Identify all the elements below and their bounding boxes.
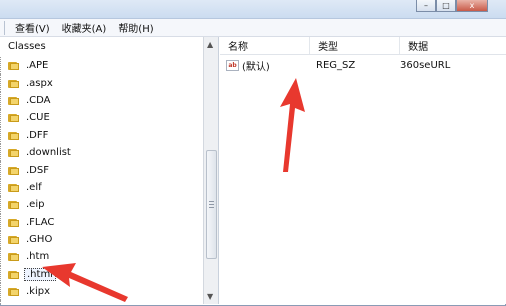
tree-item[interactable]: .DFF [0,126,73,144]
tree-item[interactable]: .html [0,265,73,284]
tree-connector [0,196,7,214]
close-icon: x [469,0,475,10]
tree-item-label: .html [24,267,56,281]
tree-item-label: .eip [26,199,45,211]
tree-connector [0,283,7,301]
tree-item[interactable]: .DSF [0,161,73,179]
menu-help[interactable]: 帮助(H) [112,20,159,35]
tree-item[interactable]: .FLAC [0,213,73,231]
folder-icon [8,166,19,175]
tree-connector [0,126,7,144]
value-row[interactable]: ab (默认) REG_SZ 360seURL [220,57,506,73]
tree-connector [0,91,7,110]
tree-connector [0,57,7,75]
tree-item-label: .GHO [26,234,53,246]
tree-item[interactable]: .htm [0,248,73,266]
grip-line [209,204,214,205]
menu-bar: 查看(V) 收藏夹(A) 帮助(H) [0,19,506,37]
tree-item[interactable]: .CUE [0,109,73,127]
tree-connector [0,161,7,179]
tree-item[interactable]: .elf [0,178,73,197]
column-header-type[interactable]: 类型 [310,37,401,54]
tree-connector [0,213,7,231]
tree-item[interactable]: .APE [0,57,73,75]
tree-connector [0,109,7,127]
value-type: REG_SZ [316,59,356,71]
tree-item-label: .FLAC [26,216,55,228]
column-header-name[interactable]: 名称 [220,37,311,54]
tree-connector [0,74,7,92]
values-pane: 名称 类型 数据 ab (默认) REG_SZ 360seURL [220,37,506,304]
folder-icon [8,131,19,140]
folder-icon [8,287,19,297]
window-controls: – □ x [416,0,488,12]
column-header-data[interactable]: 数据 [400,37,506,54]
scroll-thumb[interactable] [206,150,217,259]
title-bar: – □ x [0,0,506,19]
tree-item-label: .CDA [26,94,51,106]
value-data: 360seURL [400,59,451,71]
tree-scrollbar[interactable]: ▲ ▼ [203,37,218,304]
menu-view[interactable]: 查看(V) [9,20,56,35]
registry-tree: Classes .APE .aspx .CDA .CUE .DFF .downlist .D… [0,37,219,304]
tree-item[interactable]: .shtml [0,300,73,304]
folder-icon [8,270,19,279]
folder-icon [8,200,19,210]
maximize-icon: □ [442,0,450,10]
tree-connector [0,178,7,197]
folder-icon [8,96,19,105]
folder-icon [8,113,19,123]
tree-connector [0,248,7,266]
minimize-button[interactable]: – [416,0,436,12]
maximize-button[interactable]: □ [436,0,456,12]
grip-line [209,201,214,202]
scroll-up-arrow-icon[interactable]: ▲ [207,40,213,49]
tree-connector [0,230,7,249]
tree-item-label: .kipx [26,286,51,298]
menu-edge [0,20,5,35]
tree-connector [0,143,7,162]
tree-item-label: .APE [26,60,49,72]
folder-icon [8,79,19,88]
tree-item-label: .DSF [26,164,49,176]
tree-item-label: .DFF [26,129,49,141]
folder-icon [8,218,19,227]
tree-item[interactable]: .GHO [0,230,73,249]
tree-item[interactable]: .kipx [0,283,73,301]
tree-item-label: .downlist [26,147,71,159]
folder-icon [8,183,19,192]
tree-connector [0,300,7,304]
folder-icon [8,235,19,245]
tree-item-label: .elf [26,181,42,193]
tree-item-label: .CUE [26,112,50,124]
scroll-down-arrow-icon[interactable]: ▼ [207,292,213,301]
tree-item[interactable]: .downlist [0,143,73,162]
string-value-icon: ab [226,59,239,71]
grip-line [209,207,214,208]
menu-favorites[interactable]: 收藏夹(A) [56,20,113,35]
tree-root-classes[interactable]: Classes [8,41,46,52]
folder-icon [8,61,19,71]
tree-item[interactable]: .aspx [0,74,73,92]
value-name-cell: ab (默认) [220,58,302,73]
value-name: (默认) [242,61,270,73]
close-button[interactable]: x [456,0,488,12]
folder-icon [8,252,19,262]
tree-item-label: .htm [26,251,50,263]
folder-icon [8,148,19,158]
minimize-icon: – [424,0,428,10]
tree-item[interactable]: .eip [0,196,73,214]
tree-connector [0,265,7,284]
tree-item-label: .aspx [26,77,53,89]
column-headers: 名称 类型 数据 [220,37,506,55]
tree-item[interactable]: .CDA [0,91,73,110]
tree-list: .APE .aspx .CDA .CUE .DFF .downlist .DSF .elf .e… [0,57,73,304]
